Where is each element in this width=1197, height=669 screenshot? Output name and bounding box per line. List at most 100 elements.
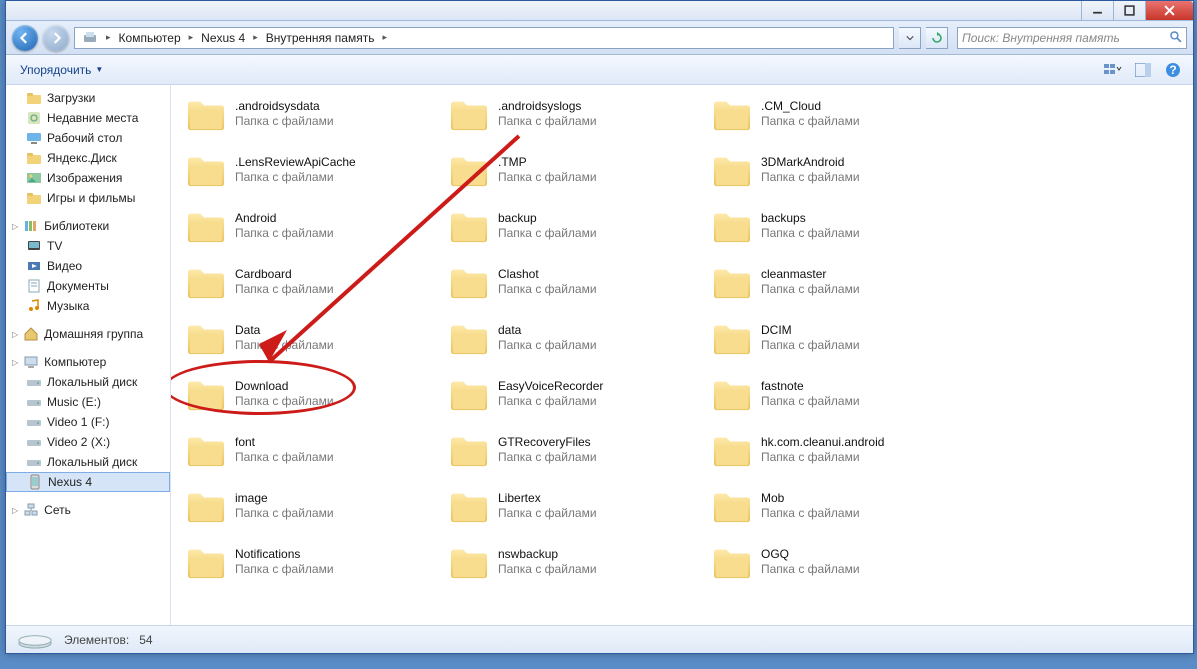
folder-item[interactable]: EasyVoiceRecorderПапка с файлами	[446, 373, 701, 415]
folder-item[interactable]: fastnoteПапка с файлами	[709, 373, 964, 415]
forward-button[interactable]	[43, 25, 69, 51]
folder-item[interactable]: DataПапка с файлами	[183, 317, 438, 359]
organize-menu[interactable]: Упорядочить ▼	[14, 60, 117, 80]
sidebar-group-homegroup[interactable]: ▷Домашняя группа	[6, 324, 170, 344]
sidebar-item-label: Документы	[47, 279, 109, 293]
folder-name: font	[235, 435, 334, 450]
folder-item[interactable]: NotificationsПапка с файлами	[183, 541, 438, 583]
folder-name: .TMP	[498, 155, 597, 170]
folder-name: fastnote	[761, 379, 860, 394]
folder-type: Папка с файлами	[498, 338, 597, 353]
folder-item[interactable]: hk.com.cleanui.androidПапка с файлами	[709, 429, 964, 471]
folder-item[interactable]: CardboardПапка с файлами	[183, 261, 438, 303]
address-dropdown[interactable]	[899, 27, 921, 49]
folder-name: image	[235, 491, 334, 506]
sidebar-item[interactable]: Недавние места	[6, 108, 170, 128]
folder-type: Папка с файлами	[498, 226, 597, 241]
sidebar-item-label: Загрузки	[47, 91, 95, 105]
folder-type: Папка с файлами	[761, 282, 860, 297]
sidebar-item[interactable]: Video 2 (X:)	[6, 432, 170, 452]
folder-item[interactable]: .androidsysdataПапка с файлами	[183, 93, 438, 135]
chevron-right-icon[interactable]: ▸	[379, 32, 390, 43]
folder-item[interactable]: cleanmasterПапка с файлами	[709, 261, 964, 303]
folder-item[interactable]: backupsПапка с файлами	[709, 205, 964, 247]
body: Загрузки Недавние местаРабочий стол Яндекс…	[6, 85, 1193, 625]
folder-name: backups	[761, 211, 860, 226]
chevron-right-icon[interactable]: ▸	[186, 32, 197, 43]
breadcrumb-seg-1[interactable]: Nexus 4	[196, 31, 250, 45]
folder-item[interactable]: .LensReviewApiCacheПапка с файлами	[183, 149, 438, 191]
breadcrumb-seg-0[interactable]: Компьютер	[114, 31, 186, 45]
folder-name: GTRecoveryFiles	[498, 435, 597, 450]
sidebar-item[interactable]: Видео	[6, 256, 170, 276]
folder-type: Папка с файлами	[498, 506, 597, 521]
folder-type: Папка с файлами	[235, 506, 334, 521]
sidebar-item-label: TV	[47, 239, 62, 253]
address-bar[interactable]: ▸ Компьютер ▸ Nexus 4 ▸ Внутренняя памят…	[74, 27, 894, 49]
folder-item[interactable]: 3DMarkAndroidПапка с файлами	[709, 149, 964, 191]
sidebar-item[interactable]: Яндекс.Диск	[6, 148, 170, 168]
folder-type: Папка с файлами	[235, 450, 334, 465]
search-input[interactable]: Поиск: Внутренняя память	[957, 27, 1187, 49]
sidebar-item-label: Музыка	[47, 299, 89, 313]
folder-item[interactable]: backupПапка с файлами	[446, 205, 701, 247]
folder-type: Папка с файлами	[761, 170, 860, 185]
folder-item[interactable]: fontПапка с файлами	[183, 429, 438, 471]
folder-type: Папка с файлами	[761, 338, 860, 353]
folder-type: Папка с файлами	[761, 114, 860, 129]
sidebar-group-computer[interactable]: ▷Компьютер	[6, 352, 170, 372]
help-button[interactable]: ?	[1161, 59, 1185, 81]
minimize-button[interactable]	[1081, 1, 1113, 20]
chevron-right-icon[interactable]: ▸	[250, 32, 261, 43]
maximize-button[interactable]	[1113, 1, 1145, 20]
sidebar-item[interactable]: Игры и фильмы	[6, 188, 170, 208]
view-options-button[interactable]	[1101, 59, 1125, 81]
folder-item[interactable]: LibertexПапка с файлами	[446, 485, 701, 527]
sidebar-item[interactable]: Локальный диск	[6, 372, 170, 392]
sidebar-item-label: Локальный диск	[47, 455, 137, 469]
sidebar-item[interactable]: Загрузки	[6, 88, 170, 108]
sidebar-item-label: Яндекс.Диск	[47, 151, 117, 165]
folder-type: Папка с файлами	[498, 114, 597, 129]
folder-item[interactable]: OGQПапка с файлами	[709, 541, 964, 583]
sidebar-item[interactable]: Изображения	[6, 168, 170, 188]
folder-item[interactable]: imageПапка с файлами	[183, 485, 438, 527]
sidebar-group-libraries[interactable]: ▷Библиотеки	[6, 216, 170, 236]
folder-name: Libertex	[498, 491, 597, 506]
folder-item[interactable]: ClashotПапка с файлами	[446, 261, 701, 303]
folder-item[interactable]: GTRecoveryFilesПапка с файлами	[446, 429, 701, 471]
sidebar-item[interactable]: Video 1 (F:)	[6, 412, 170, 432]
breadcrumb-seg-2[interactable]: Внутренняя память	[261, 31, 380, 45]
folder-item[interactable]: DCIMПапка с файлами	[709, 317, 964, 359]
sidebar[interactable]: Загрузки Недавние местаРабочий стол Яндекс…	[6, 85, 171, 625]
folder-item[interactable]: MobПапка с файлами	[709, 485, 964, 527]
sidebar-item[interactable]: Nexus 4	[6, 472, 170, 492]
folder-item[interactable]: .CM_CloudПапка с файлами	[709, 93, 964, 135]
breadcrumb-root-icon[interactable]	[77, 30, 103, 46]
back-button[interactable]	[12, 25, 38, 51]
folder-type: Папка с файлами	[498, 394, 603, 409]
folder-item[interactable]: AndroidПапка с файлами	[183, 205, 438, 247]
folder-item[interactable]: nswbackupПапка с файлами	[446, 541, 701, 583]
folder-item[interactable]: .androidsyslogsПапка с файлами	[446, 93, 701, 135]
folder-item[interactable]: dataПапка с файлами	[446, 317, 701, 359]
content-area[interactable]: .androidsysdataПапка с файлами.androidsy…	[171, 85, 1193, 625]
chevron-right-icon[interactable]: ▸	[103, 32, 114, 43]
sidebar-item[interactable]: TV	[6, 236, 170, 256]
close-button[interactable]	[1145, 1, 1193, 20]
preview-pane-button[interactable]	[1131, 59, 1155, 81]
sidebar-item[interactable]: Музыка	[6, 296, 170, 316]
sidebar-item[interactable]: Локальный диск	[6, 452, 170, 472]
folder-item[interactable]: DownloadПапка с файлами	[183, 373, 438, 415]
sidebar-item[interactable]: Документы	[6, 276, 170, 296]
folder-type: Папка с файлами	[498, 282, 597, 297]
sidebar-item[interactable]: Music (E:)	[6, 392, 170, 412]
folder-name: EasyVoiceRecorder	[498, 379, 603, 394]
folder-type: Папка с файлами	[498, 170, 597, 185]
sidebar-group-network[interactable]: ▷Сеть	[6, 500, 170, 520]
folder-type: Папка с файлами	[761, 450, 884, 465]
sidebar-item[interactable]: Рабочий стол	[6, 128, 170, 148]
refresh-button[interactable]	[926, 27, 948, 49]
folder-item[interactable]: .TMPПапка с файлами	[446, 149, 701, 191]
folder-name: Data	[235, 323, 334, 338]
